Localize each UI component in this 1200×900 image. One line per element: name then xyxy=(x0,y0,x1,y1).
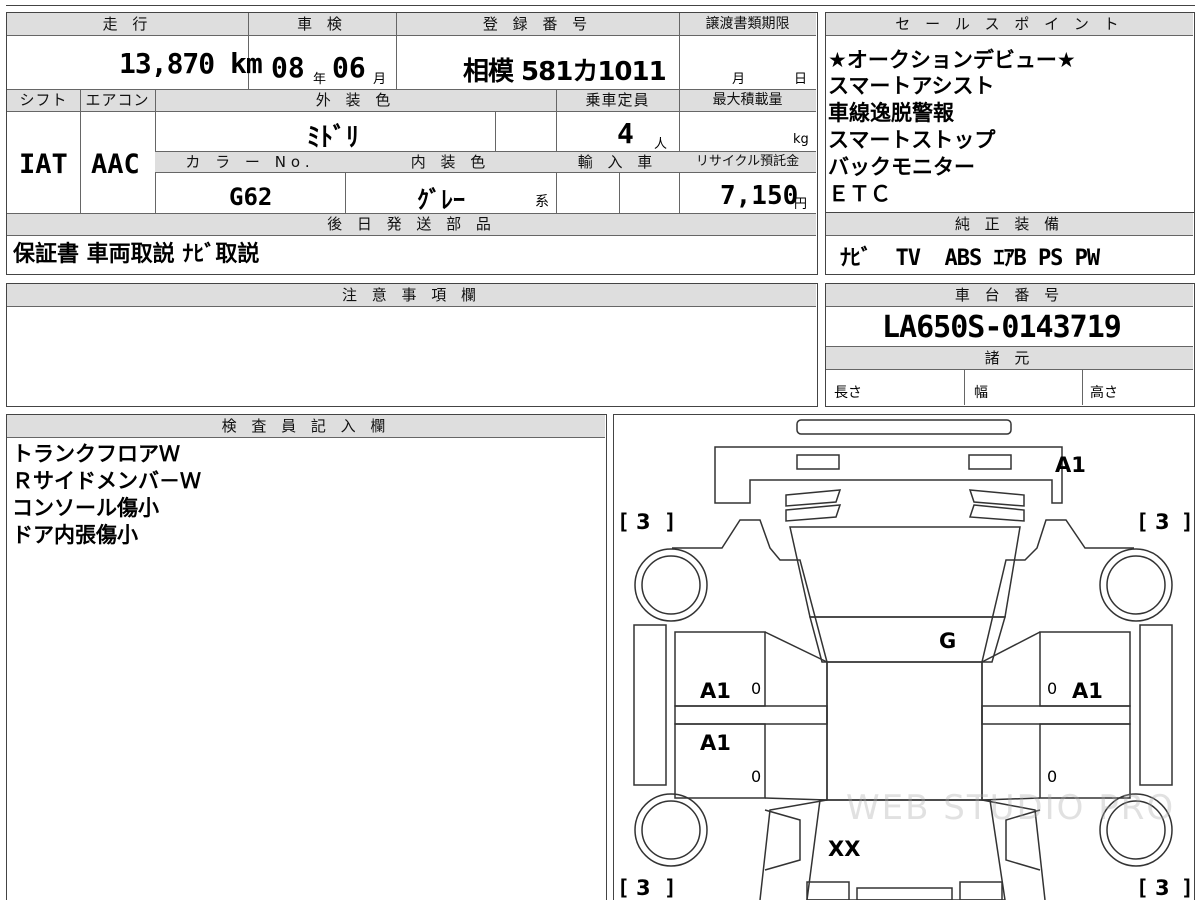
tire-rating-front-left: 3 xyxy=(636,876,651,900)
color-no-header: カ ラ ー No. xyxy=(155,152,345,173)
spec-header: 諸 元 xyxy=(826,346,1193,370)
inspector-header: 検 査 員 記 入 欄 xyxy=(7,415,605,438)
color-no-value: G62 xyxy=(229,183,273,211)
capacity-value: 4 xyxy=(617,117,634,150)
watermark: WEB STUDIO PRO xyxy=(846,788,1176,828)
recycle-fee-header: リサイクル預託金 xyxy=(679,152,816,173)
exterior-color-value: ﾐﾄﾞﾘ xyxy=(307,123,360,153)
mark-front-glass: G xyxy=(939,629,957,653)
chassis-number: LA650S-0143719 xyxy=(882,310,1122,345)
genuine-equipment-header: 純 正 装 備 xyxy=(826,213,1193,236)
inspection-year: 08 xyxy=(271,51,305,84)
inspection-year-unit: 年 xyxy=(313,72,327,87)
sales-point-line: スマートストップ xyxy=(828,128,996,152)
mark-left-front-door: A1 xyxy=(700,731,731,755)
interior-color-value: ｸﾞﾚｰ xyxy=(417,186,465,214)
tire-rating-rear-left: 3 xyxy=(636,510,651,534)
mark-zero: 0 xyxy=(751,767,762,786)
tire-bracket-open: [ xyxy=(617,510,630,534)
inspection-month: 06 xyxy=(332,51,366,84)
genuine-equipment-box: 純 正 装 備 ﾅﾋﾞ TV ABS ｴｱB PS PW xyxy=(825,212,1195,275)
mark-rear-bumper: A1 xyxy=(1055,453,1086,477)
mark-zero: 0 xyxy=(751,679,762,698)
sales-points-header: セ ー ル ス ポ イ ン ト xyxy=(826,13,1193,36)
notes-header: 注 意 事 項 欄 xyxy=(7,284,816,307)
max-load-header: 最大積載量 xyxy=(679,90,816,112)
interior-color-header: 内 装 色 xyxy=(345,152,556,173)
import-header: 輸 入 車 xyxy=(556,152,679,173)
tire-bracket-open: [ xyxy=(617,876,630,900)
tire-bracket-open: [ xyxy=(1136,510,1149,534)
tire-bracket-close: ] xyxy=(1181,510,1194,534)
registration-number: 相模 581カ1011 xyxy=(463,57,667,87)
sales-point-line: バックモニター xyxy=(828,155,975,179)
tire-bracket-open: [ xyxy=(1136,876,1149,900)
capacity-header: 乗車定員 xyxy=(556,90,679,112)
registration-header: 登 録 番 号 xyxy=(396,13,679,36)
sales-point-line: 車線逸脱警報 xyxy=(828,101,954,125)
inspector-box: 検 査 員 記 入 欄 トランクフロアＷ Ｒサイドメンバ－Ｗ コンソール傷小 ド… xyxy=(6,414,607,900)
top-cropped-strip xyxy=(6,0,1195,6)
shift-header: シフト xyxy=(7,90,80,112)
mark-right-rear-door: A1 xyxy=(1072,679,1103,703)
interior-color-suffix: 系 xyxy=(535,194,549,210)
sales-point-line: スマートアシスト xyxy=(828,74,995,98)
chassis-header: 車 台 番 号 xyxy=(826,284,1193,307)
chassis-box: 車 台 番 号 LA650S-0143719 諸 元 長さ 幅 高さ xyxy=(825,283,1195,407)
sales-point-line: ＥＴＣ xyxy=(828,182,891,206)
mileage-header: 走 行 xyxy=(7,13,248,36)
mark-left-rear-door: A1 xyxy=(700,679,731,703)
inspection-month-unit: 月 xyxy=(373,72,387,87)
exterior-color-header: 外 装 色 xyxy=(155,90,556,112)
recycle-fee-value: 7,150 xyxy=(720,181,799,211)
aircon-header: エアコン xyxy=(80,90,155,112)
max-load-unit: kg xyxy=(793,132,809,147)
spec-length: 長さ xyxy=(834,385,862,401)
tire-bracket-close: ] xyxy=(664,510,677,534)
transfer-month-unit: 月 xyxy=(732,72,746,87)
inspector-line: Ｒサイドメンバ－Ｗ xyxy=(12,469,201,493)
inspection-header: 車 検 xyxy=(248,13,396,36)
inspector-line: コンソール傷小 xyxy=(12,496,159,520)
mileage-value: 13,870 km xyxy=(119,47,263,80)
transfer-day-unit: 日 xyxy=(794,72,808,87)
car-diagram-box: WEB STUDIO PRO [ 3 ] [ 3 ] [ 3 ] [ 3 ] A… xyxy=(613,414,1195,900)
inspector-line: トランクフロアＷ xyxy=(12,442,180,466)
transfer-deadline-header: 譲渡書類期限 xyxy=(679,13,816,36)
tire-bracket-close: ] xyxy=(664,876,677,900)
recycle-fee-unit: 円 xyxy=(794,197,808,212)
inspector-line: ドア内張傷小 xyxy=(12,523,138,547)
later-parts-value: 保証書 車両取説 ﾅﾋﾞ取説 xyxy=(13,242,260,267)
mark-zero: 0 xyxy=(1047,767,1058,786)
tire-rating-rear-right: 3 xyxy=(1155,510,1170,534)
genuine-equipment-value: ﾅﾋﾞ TV ABS ｴｱB PS PW xyxy=(840,246,1100,271)
aircon-value: AAC xyxy=(91,149,140,180)
tire-rating-front-right: 3 xyxy=(1155,876,1170,900)
sales-point-line: ★オークションデビュー★ xyxy=(828,48,1076,72)
later-parts-header: 後 日 発 送 部 品 xyxy=(7,214,816,236)
mark-zero: 0 xyxy=(1047,679,1058,698)
spec-height: 高さ xyxy=(1090,385,1118,401)
spec-width: 幅 xyxy=(974,385,988,401)
notes-box: 注 意 事 項 欄 xyxy=(6,283,818,407)
capacity-unit: 人 xyxy=(654,137,668,152)
sales-points-box: セ ー ル ス ポ イ ン ト ★オークションデビュー★ スマートアシスト 車線… xyxy=(825,12,1195,213)
mark-hood: XX xyxy=(828,837,861,861)
vehicle-info-table: 走 行 車 検 登 録 番 号 譲渡書類期限 13,870 km 08 年 06… xyxy=(6,12,818,275)
shift-value: IAT xyxy=(19,149,68,180)
tire-bracket-close: ] xyxy=(1181,876,1194,900)
